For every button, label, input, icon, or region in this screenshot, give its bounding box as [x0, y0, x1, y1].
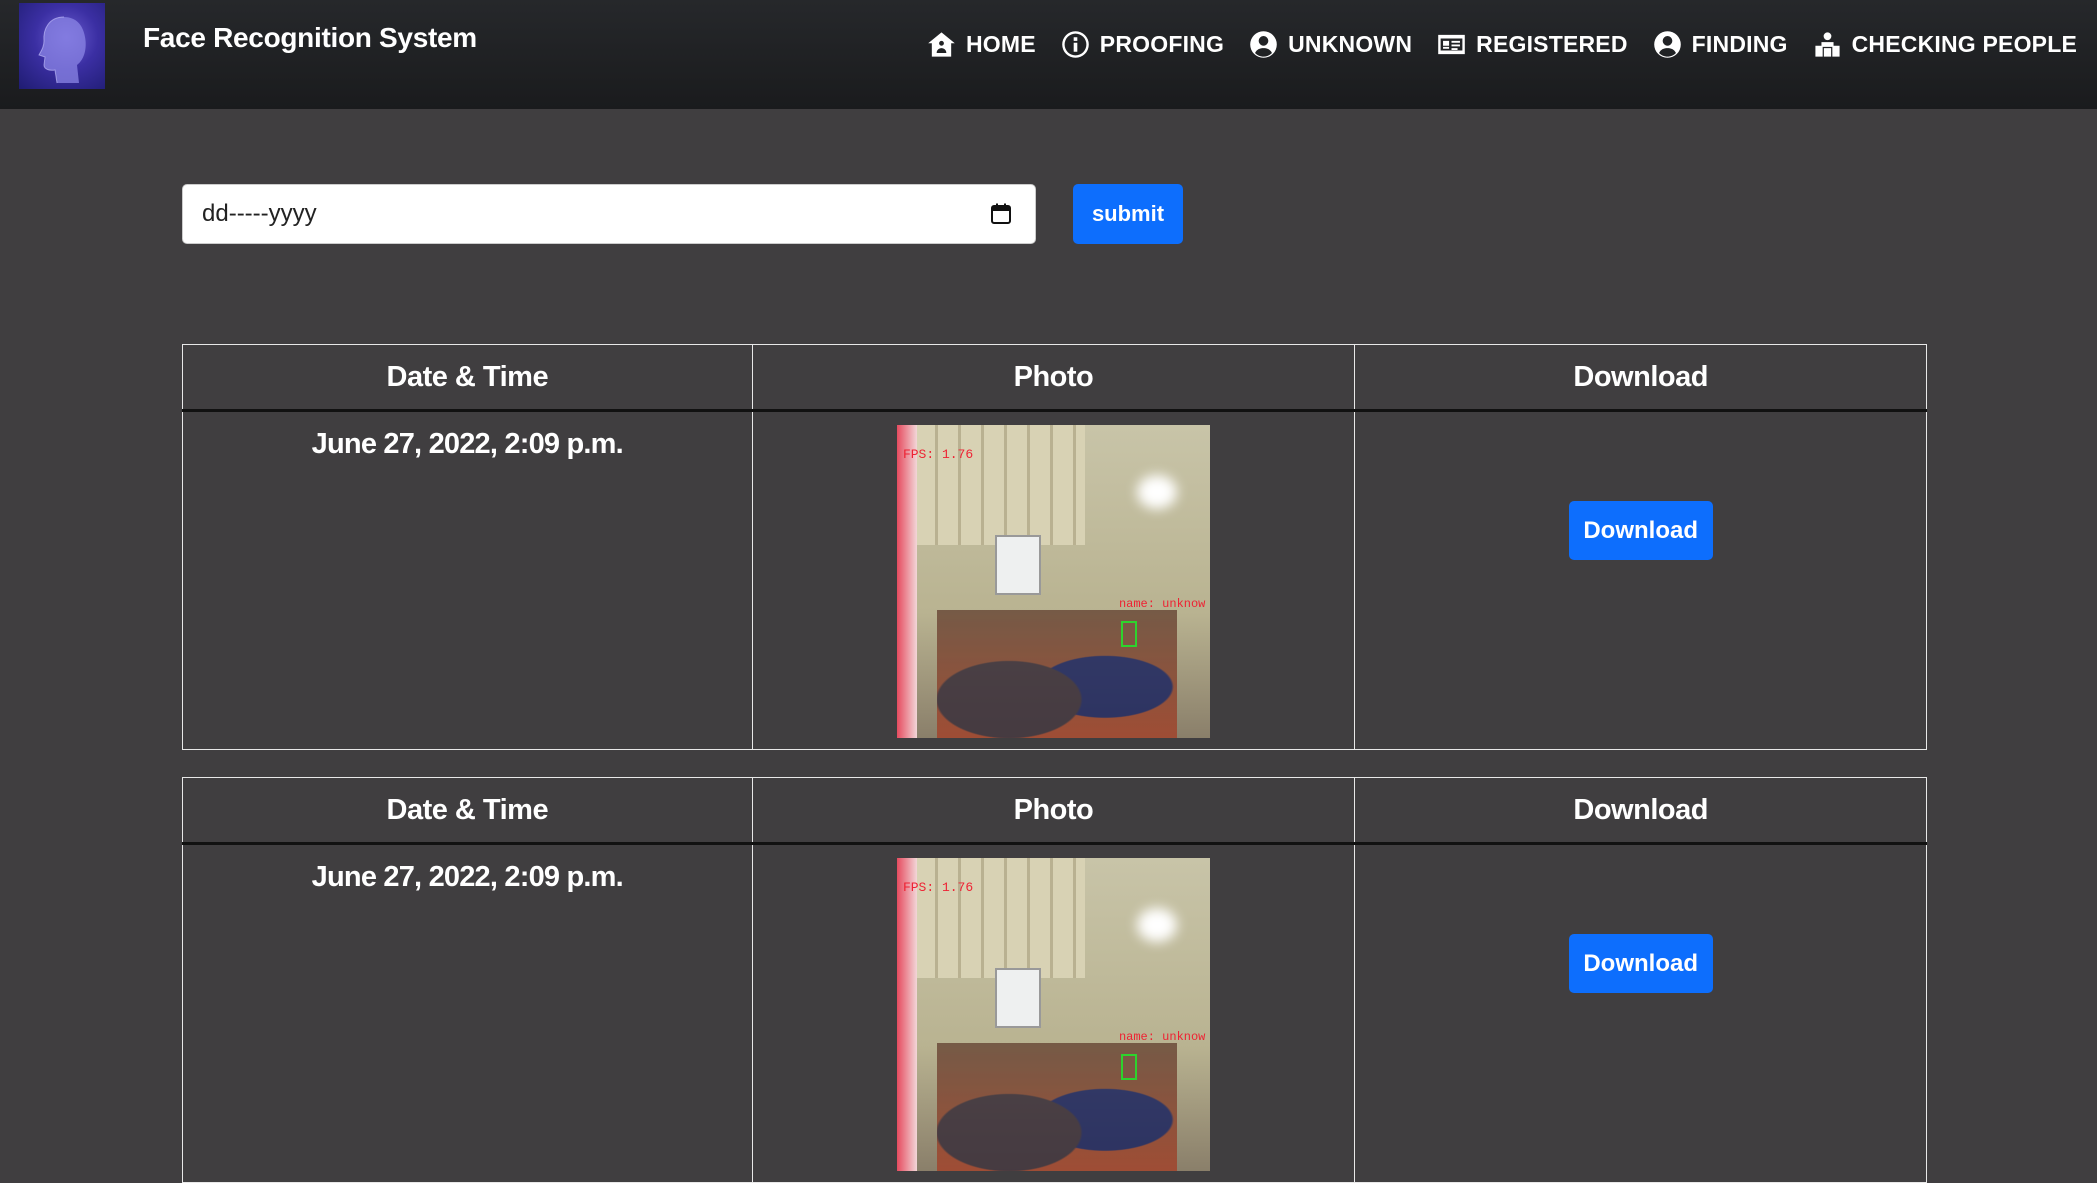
photo-name-tag: name: unknow	[1118, 597, 1206, 611]
main-nav: HOME PROOFING UNKNOWN REGISTERED FINDING…	[927, 30, 2077, 59]
photo-fps-tag: FPS: 1.76	[902, 880, 974, 895]
photo-cell: FPS: 1.76 name: unknow	[751, 410, 1356, 750]
table-row: June 27, 2022, 2:09 p.m. FPS: 1.76 name:…	[182, 410, 1927, 750]
header-date-time: Date & Time	[182, 344, 753, 412]
header-download: Download	[1354, 344, 1927, 412]
date-time-cell: June 27, 2022, 2:09 p.m.	[182, 843, 753, 1183]
header-download: Download	[1354, 777, 1927, 845]
table-header-row: Date & Time Photo Download	[182, 344, 1927, 412]
nav-home-label: HOME	[965, 31, 1036, 57]
date-time-cell: June 27, 2022, 2:09 p.m.	[182, 410, 753, 750]
download-button[interactable]: Download	[1568, 934, 1713, 993]
record-table: Date & Time Photo Download June 27, 2022…	[182, 777, 1927, 1183]
captured-photo[interactable]: FPS: 1.76 name: unknow	[896, 425, 1210, 738]
id-card-icon	[1438, 34, 1465, 55]
nav-checking-people[interactable]: CHECKING PEOPLE	[1813, 30, 2077, 59]
user-circle-icon	[1653, 31, 1681, 58]
home-icon	[928, 32, 955, 57]
face-logo-icon	[38, 16, 86, 84]
brand-title[interactable]: Face Recognition System	[143, 22, 477, 54]
calendar-icon[interactable]	[989, 202, 1013, 226]
brand-logo[interactable]	[19, 3, 105, 89]
date-input[interactable]: dd-----yyyy	[182, 184, 1036, 244]
photo-fps-tag: FPS: 1.76	[902, 447, 974, 462]
submit-button[interactable]: submit	[1073, 184, 1183, 244]
header-photo: Photo	[751, 777, 1356, 845]
nav-unknown[interactable]: UNKNOWN	[1249, 30, 1412, 59]
navbar: Face Recognition System HOME PROOFING UN…	[0, 0, 2097, 109]
download-cell: Download	[1354, 843, 1927, 1183]
nav-proofing-label: PROOFING	[1099, 31, 1225, 57]
face-detection-box	[1120, 621, 1137, 647]
header-photo: Photo	[751, 344, 1356, 412]
nav-registered-label: REGISTERED	[1476, 31, 1628, 57]
header-date-time: Date & Time	[182, 777, 753, 845]
info-icon	[1062, 31, 1089, 58]
download-cell: Download	[1354, 410, 1927, 750]
download-button[interactable]: Download	[1568, 501, 1713, 560]
nav-proofing[interactable]: PROOFING	[1061, 30, 1224, 59]
nav-checking-people-label: CHECKING PEOPLE	[1851, 31, 2077, 57]
photo-name-tag: name: unknow	[1118, 1030, 1206, 1044]
captured-photo[interactable]: FPS: 1.76 name: unknow	[896, 858, 1210, 1171]
nav-home[interactable]: HOME	[927, 30, 1036, 59]
person-box-icon	[1815, 32, 1840, 57]
table-header-row: Date & Time Photo Download	[182, 777, 1927, 845]
nav-finding[interactable]: FINDING	[1653, 30, 1788, 59]
nav-finding-label: FINDING	[1691, 31, 1788, 57]
nav-registered[interactable]: REGISTERED	[1437, 30, 1628, 59]
table-row: June 27, 2022, 2:09 p.m. FPS: 1.76 name:…	[182, 843, 1927, 1183]
user-circle-icon	[1250, 31, 1277, 58]
face-detection-box	[1120, 1054, 1137, 1080]
record-table: Date & Time Photo Download June 27, 2022…	[182, 344, 1927, 750]
nav-unknown-label: UNKNOWN	[1288, 31, 1413, 57]
date-input-placeholder: dd-----yyyy	[202, 200, 317, 227]
photo-cell: FPS: 1.76 name: unknow	[751, 843, 1356, 1183]
